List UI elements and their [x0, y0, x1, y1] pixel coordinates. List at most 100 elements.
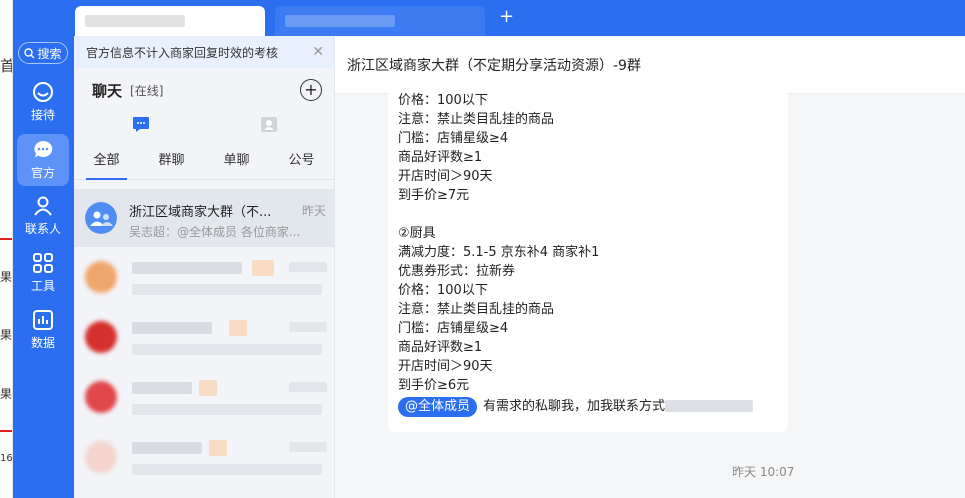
blurred-emoji [252, 260, 274, 276]
message-line: 开店时间＞90天 [398, 359, 493, 374]
blurred-name [132, 382, 192, 394]
blurred-preview [132, 404, 322, 415]
message-line: 注意：禁止类目乱挂的商品 [398, 302, 555, 317]
message-line: 到手价≥7元 [398, 188, 470, 203]
message-line: 商品好评数≥1 [398, 150, 483, 165]
edge-char: 首 [0, 55, 12, 76]
blurred-preview [132, 464, 322, 475]
chat-filter-tabs: 全部 群聊 单聊 公号 [74, 146, 334, 180]
message-line [398, 205, 778, 224]
blurred-contact [665, 400, 754, 412]
edge-char: 果 [0, 387, 13, 401]
tab-official-account[interactable]: 公号 [269, 146, 334, 179]
browser-tab-active[interactable] [75, 6, 265, 36]
message-bubble: 价格：100以下 注意：禁止类目乱挂的商品 门槛：店铺星级≥4 商品好评数≥1 开店时间… [388, 91, 788, 432]
close-icon[interactable]: ✕ [312, 44, 324, 60]
chat-bubble-icon [34, 140, 53, 158]
tab-single[interactable]: 单聊 [204, 146, 269, 179]
edge-red-line [0, 430, 12, 432]
chat-list-title: 聊天 [92, 81, 123, 100]
chat-list-panel: 官方信息不计入商家回复时效的考核 ✕ 聊天 [在线] + 全部 群聊 单聊 公号… [74, 36, 335, 498]
message-body: 价格：100以下 注意：禁止类目乱挂的商品 门槛：店铺星级≥4 商品好评数≥1 开店时间… [398, 91, 778, 395]
blurred-time [289, 262, 327, 272]
tab-bar: + [13, 0, 965, 36]
blurred-name [132, 442, 202, 454]
notice-text: 官方信息不计入商家回复时效的考核 [86, 45, 279, 60]
nav-label: 官方 [30, 166, 55, 180]
conversation-item-blurred[interactable] [74, 428, 334, 486]
tab-group[interactable]: 群聊 [139, 146, 204, 179]
blurred-preview [132, 284, 322, 295]
reception-icon [33, 82, 53, 102]
tab-all[interactable]: 全部 [74, 146, 139, 180]
add-icon[interactable]: + [300, 79, 322, 101]
chart-icon [33, 310, 53, 330]
mention-line: @全体成员 有需求的私聊我，加我联系方式 [398, 397, 778, 417]
blurred-time [289, 442, 327, 452]
edge-red-mark [0, 238, 12, 252]
nav-label: 接待 [30, 108, 55, 122]
search-icon [24, 47, 35, 58]
conversation-item-blurred[interactable] [74, 368, 334, 426]
notice-banner: 官方信息不计入商家回复时效的考核 ✕ [74, 36, 334, 68]
chat-list-header: 聊天 [在线] + [74, 68, 334, 112]
nav-item-reception[interactable]: 接待 [17, 76, 69, 128]
blurred-avatar [85, 441, 117, 473]
edge-char: 果 [0, 328, 13, 342]
conversation-item-blurred[interactable] [74, 248, 334, 306]
blurred-time [289, 322, 327, 332]
person-icon [34, 196, 52, 216]
message-line: 到手价≥6元 [398, 378, 470, 393]
nav-label: 工具 [30, 279, 55, 293]
message-line: 价格：100以下 [398, 93, 488, 108]
message-line: 商品好评数≥1 [398, 340, 483, 355]
new-tab-plus-icon[interactable]: + [499, 5, 514, 29]
blurred-avatar [85, 321, 117, 353]
message-line: 价格：100以下 [398, 283, 488, 298]
browser-edge: 首 果 果 果 16 [0, 0, 13, 498]
online-status: [在线] [130, 83, 164, 98]
nav-label: 数据 [30, 336, 55, 350]
view-mode-switch [74, 112, 334, 146]
blurred-emoji [199, 380, 217, 396]
conversation-preview: 吴志超：@全体成员 各位商家... [129, 225, 301, 239]
conversation-time: 昨天 [301, 204, 326, 218]
blurred-avatar [85, 381, 117, 413]
group-avatar [85, 202, 117, 234]
message-line: 满减力度：5.1-5 京东补4 商家补1 [398, 245, 600, 260]
contact-card-icon[interactable] [260, 116, 278, 133]
app-window: { "colors": {"accent": "#2b6ff0", "nav_a… [0, 0, 965, 498]
nav-label: 联系人 [24, 222, 61, 236]
conversation-item[interactable]: 浙江区域商家大群（不... 昨天 吴志超：@全体成员 各位商家... [74, 189, 334, 247]
blurred-emoji [209, 440, 227, 456]
search-label: 搜索 [37, 46, 62, 61]
message-line: 开店时间＞90天 [398, 169, 493, 184]
blurred-preview [132, 344, 322, 355]
edge-char: 果 [0, 270, 13, 284]
nav-item-official[interactable]: 官方 [17, 134, 69, 186]
mention-all-tag[interactable]: @全体成员 [398, 397, 478, 417]
message-line: 优惠券形式：拉新券 [398, 264, 516, 279]
chat-title: 浙江区域商家大群（不定期分享活动资源）-9群 [335, 36, 965, 94]
search-button[interactable]: 搜索 [18, 42, 68, 64]
grid-icon [33, 253, 53, 273]
blurred-emoji [229, 320, 247, 336]
blurred-time [289, 382, 327, 392]
nav-item-data[interactable]: 数据 [17, 304, 69, 356]
chat-main: 浙江区域商家大群（不定期分享活动资源）-9群 价格：100以下注意：禁止类目乱挂… [335, 36, 965, 498]
edge-char: 16 [0, 453, 13, 464]
browser-tab[interactable] [275, 6, 485, 36]
blurred-name [132, 262, 242, 274]
conversation-name: 浙江区域商家大群（不... [129, 205, 272, 220]
mention-text: 有需求的私聊我，加我联系方式 [483, 399, 666, 414]
message-line: 注意：禁止类目乱挂的商品 [398, 112, 555, 127]
message-line: ②厨具 [398, 226, 436, 241]
nav-item-contacts[interactable]: 联系人 [17, 190, 69, 242]
message-mode-icon[interactable] [132, 116, 150, 133]
conversation-item-blurred[interactable] [74, 308, 334, 366]
message-line: 门槛：店铺星级≥4 [398, 131, 509, 146]
blurred-tab-title [285, 15, 395, 27]
nav-item-tools[interactable]: 工具 [17, 247, 69, 299]
blurred-name [132, 322, 212, 334]
side-nav: 搜索 接待 官方 联系人 工具 数据 [13, 36, 74, 498]
